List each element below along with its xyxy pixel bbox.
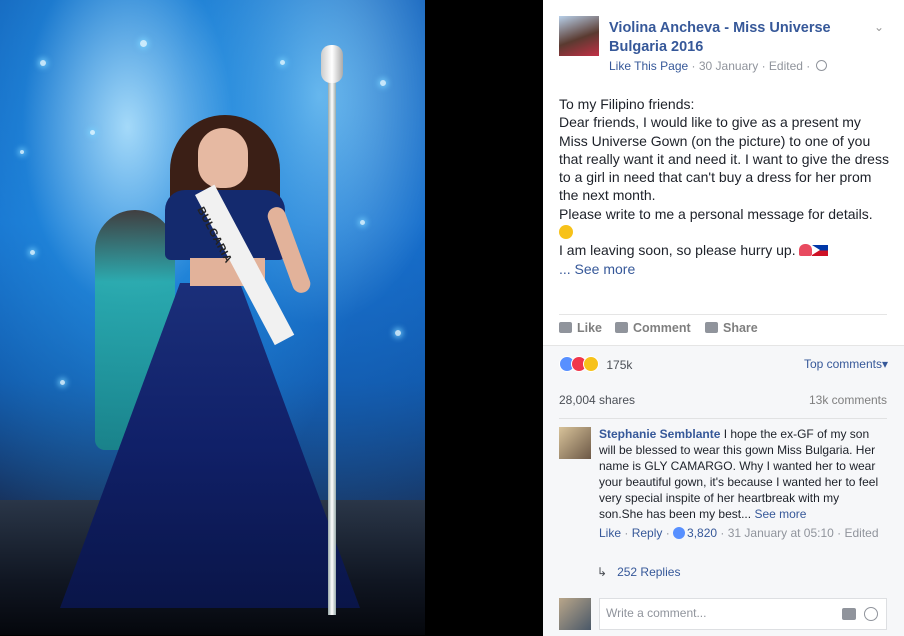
see-more-link[interactable]: ... See more bbox=[559, 261, 635, 277]
stage-light bbox=[90, 130, 95, 135]
post-line: I am leaving soon, so please hurry up. bbox=[559, 241, 891, 259]
wow-reaction-icon bbox=[583, 356, 599, 372]
see-more-row: ... See more bbox=[559, 260, 891, 278]
stage-light bbox=[360, 220, 365, 225]
divider bbox=[559, 418, 887, 419]
like-button[interactable]: Like bbox=[559, 321, 602, 335]
post-line: Dear friends, I would like to give as a … bbox=[559, 114, 889, 204]
post-line: To my Filipino friends: bbox=[559, 96, 695, 112]
comments-section: 175k Top comments▾ 28,004 shares 13k com… bbox=[543, 345, 904, 636]
comments-count[interactable]: 13k comments bbox=[809, 393, 887, 407]
comment-input[interactable] bbox=[606, 606, 826, 620]
comment-reply-link[interactable]: Reply bbox=[632, 526, 663, 540]
top-comments-dropdown[interactable]: Top comments▾ bbox=[804, 357, 888, 371]
comment-like-count[interactable]: 3,820 bbox=[687, 526, 717, 540]
comment-button[interactable]: Comment bbox=[615, 321, 691, 335]
share-label: Share bbox=[723, 321, 758, 335]
like-page-link[interactable]: Like This Page bbox=[609, 59, 688, 73]
comment-composer[interactable] bbox=[599, 598, 887, 630]
comment-author[interactable]: Stephanie Semblante bbox=[599, 427, 720, 441]
stage-light bbox=[20, 150, 24, 154]
microphone bbox=[321, 45, 343, 83]
stage-light bbox=[395, 330, 401, 336]
top-comments-label: Top comments bbox=[803, 357, 882, 371]
post-actions: Like Comment Share bbox=[559, 314, 887, 345]
post-line-text: I am leaving soon, so please hurry up. bbox=[559, 242, 796, 259]
replies-label: 252 Replies bbox=[617, 565, 681, 579]
stage-light bbox=[280, 60, 285, 65]
comment-meta: Like · Reply · 3,820 · 31 January at 05:… bbox=[599, 526, 879, 540]
stage-light bbox=[380, 80, 386, 86]
post-text: To my Filipino friends: Dear friends, I … bbox=[559, 95, 891, 278]
face bbox=[198, 128, 248, 188]
post-header: Violina Ancheva - Miss Universe Bulgaria… bbox=[543, 0, 904, 85]
post-panel: Violina Ancheva - Miss Universe Bulgaria… bbox=[543, 0, 904, 636]
camera-icon[interactable] bbox=[842, 608, 856, 620]
shares-count[interactable]: 28,004 shares bbox=[559, 393, 635, 407]
post-line: Please write to me a personal message fo… bbox=[559, 205, 891, 242]
chevron-down-icon[interactable]: ⌄ bbox=[874, 20, 884, 34]
share-arrow-icon bbox=[705, 322, 718, 333]
smiley-emoji-icon bbox=[559, 225, 573, 240]
page-name-link[interactable]: Violina Ancheva - Miss Universe Bulgaria… bbox=[609, 19, 859, 57]
stage-light bbox=[60, 380, 65, 385]
stage-light bbox=[30, 250, 35, 255]
reply-arrow-icon: ↳ bbox=[597, 565, 608, 579]
stage-light bbox=[140, 40, 147, 47]
post-date[interactable]: 30 January bbox=[699, 59, 758, 73]
view-replies-link[interactable]: ↳ 252 Replies bbox=[597, 565, 680, 579]
comment-body: Stephanie Semblante I hope the ex-GF of … bbox=[599, 426, 881, 522]
like-label: Like bbox=[577, 321, 603, 335]
photo-viewer: BULGARIA bbox=[0, 0, 543, 635]
meta-dot: · bbox=[691, 59, 699, 73]
comment-see-more-link[interactable]: See more bbox=[754, 507, 806, 521]
edited-label[interactable]: Edited bbox=[769, 59, 803, 73]
stage-light bbox=[40, 60, 46, 66]
speech-bubble-icon bbox=[615, 322, 628, 333]
commenter-avatar[interactable] bbox=[559, 427, 591, 459]
comment-like-link[interactable]: Like bbox=[599, 526, 621, 540]
reactions-summary[interactable]: 175k bbox=[559, 356, 632, 372]
smiley-icon[interactable] bbox=[864, 607, 878, 621]
philippines-flag-icon bbox=[812, 245, 829, 257]
post-line-text: Please write to me a personal message fo… bbox=[559, 205, 873, 222]
meta-dot: · bbox=[806, 59, 814, 73]
meta-dot: · bbox=[761, 59, 769, 73]
comment-label: Comment bbox=[633, 321, 691, 335]
comment-edited[interactable]: Edited bbox=[845, 526, 879, 540]
post-meta: Like This Page · 30 January · Edited · bbox=[609, 59, 827, 73]
thumbs-up-icon bbox=[559, 322, 572, 333]
comment-text: I hope the ex-GF of my son will be bless… bbox=[599, 427, 879, 521]
comment-time[interactable]: 31 January at 05:10 bbox=[728, 526, 834, 540]
page-avatar[interactable] bbox=[559, 16, 599, 56]
reactions-count: 175k bbox=[606, 358, 633, 372]
globe-icon bbox=[815, 60, 827, 71]
post-photo[interactable]: BULGARIA bbox=[0, 0, 425, 635]
thumbs-up-icon bbox=[673, 527, 686, 539]
heart-emoji-icon bbox=[799, 244, 813, 257]
stats-row: 28,004 shares 13k comments bbox=[559, 393, 887, 407]
viewer-avatar bbox=[559, 598, 591, 630]
share-button[interactable]: Share bbox=[705, 321, 758, 335]
microphone-stand bbox=[328, 55, 336, 615]
